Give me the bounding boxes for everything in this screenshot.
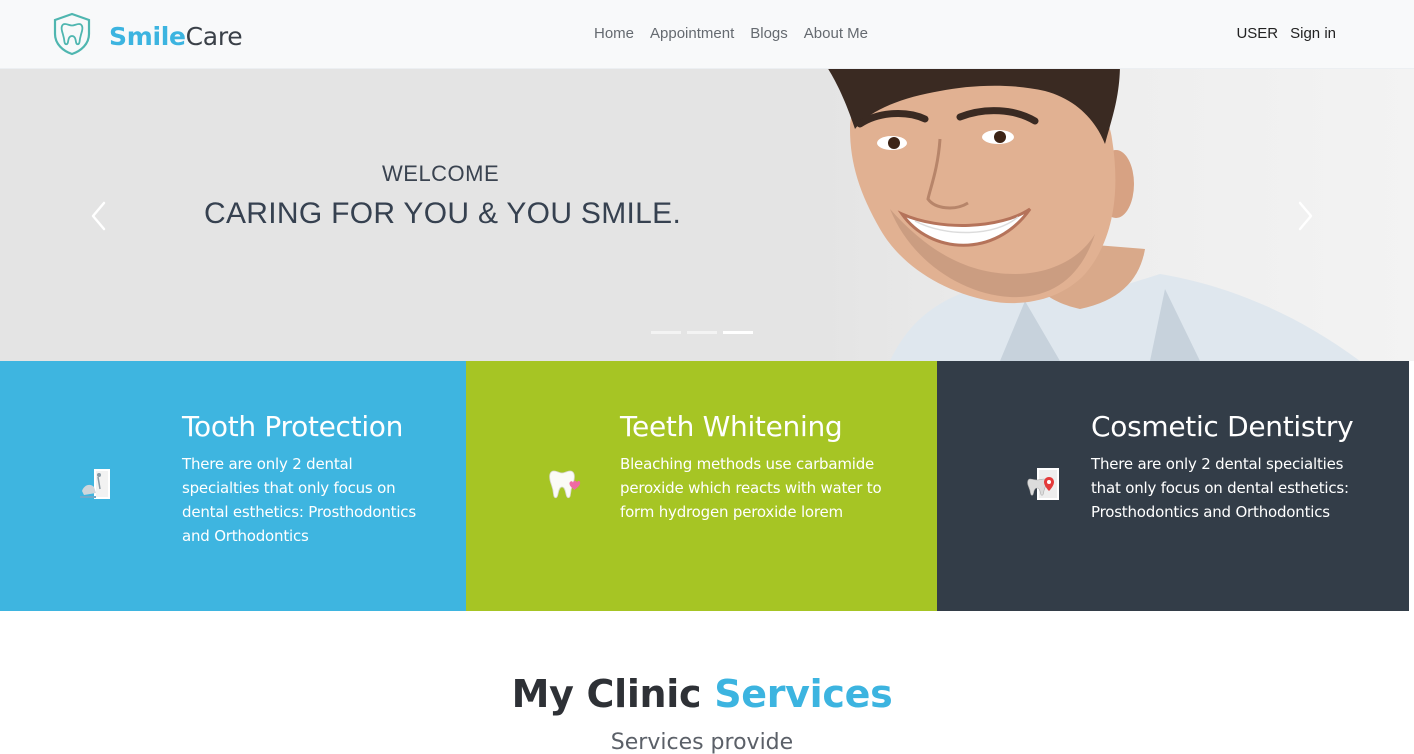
feature-title: Tooth Protection — [182, 410, 404, 443]
hero-carousel: WELCOME CARING FOR YOU & YOU SMILE. — [0, 69, 1414, 361]
feature-text: Bleaching methods use carbamide peroxide… — [620, 455, 882, 521]
nav-about-me[interactable]: About Me — [804, 23, 868, 45]
brand-logo-link[interactable]: SmileCare — [52, 12, 243, 61]
feature-cosmetic-dentistry: Cosmetic Dentistry There are only 2 dent… — [937, 361, 1409, 611]
nav-links: Home Appointment Blogs About Me — [594, 23, 868, 45]
services-heading: My Clinic Services — [0, 672, 1404, 716]
services-subtitle: Services provide — [610, 730, 794, 754]
brand-smile: Smile — [109, 21, 186, 51]
tooth-heart-icon — [549, 470, 581, 499]
tooth-shield-icon — [52, 12, 92, 61]
tooth-location-icon — [1027, 468, 1059, 500]
nav-user-area: USER Sign in — [1236, 23, 1336, 45]
navbar: SmileCare Home Appointment Blogs About M… — [0, 0, 1414, 69]
carousel-next-button[interactable] — [1294, 199, 1318, 233]
page-edge — [1409, 361, 1414, 611]
nav-home[interactable]: Home — [594, 23, 634, 45]
brand-name: SmileCare — [109, 15, 243, 59]
feature-text: There are only 2 dental specialties that… — [1091, 455, 1349, 521]
chevron-right-icon — [1298, 201, 1313, 231]
feature-title: Teeth Whitening — [620, 410, 843, 443]
smiling-man-photo — [828, 69, 1360, 361]
hero-caption: CARING FOR YOU & YOU SMILE. — [204, 197, 682, 230]
feature-text: There are only 2 dental specialties that… — [182, 455, 416, 545]
carousel-indicator-3[interactable] — [723, 331, 753, 334]
user-label[interactable]: USER — [1236, 23, 1278, 45]
nav-blogs[interactable]: Blogs — [750, 23, 788, 45]
carousel-indicators — [651, 331, 753, 334]
feature-boxes: Tooth Protection There are only 2 dental… — [0, 361, 1414, 611]
nav-appointment[interactable]: Appointment — [650, 23, 734, 45]
carousel-indicator-1[interactable] — [651, 331, 681, 334]
services-heading-accent: Services — [714, 672, 893, 716]
feature-tooth-protection: Tooth Protection There are only 2 dental… — [0, 361, 466, 611]
carousel-prev-button[interactable] — [86, 199, 110, 233]
brand-care: Care — [185, 21, 243, 51]
feature-title: Cosmetic Dentistry — [1091, 410, 1354, 443]
chevron-left-icon — [91, 201, 106, 231]
carousel-indicator-2[interactable] — [687, 331, 717, 334]
services-heading-main: My Clinic — [511, 672, 702, 716]
hero-welcome: WELCOME — [382, 161, 500, 186]
signin-link[interactable]: Sign in — [1290, 23, 1336, 45]
feature-teeth-whitening: Teeth Whitening Bleaching methods use ca… — [466, 361, 937, 611]
dental-tools-icon — [80, 469, 110, 499]
